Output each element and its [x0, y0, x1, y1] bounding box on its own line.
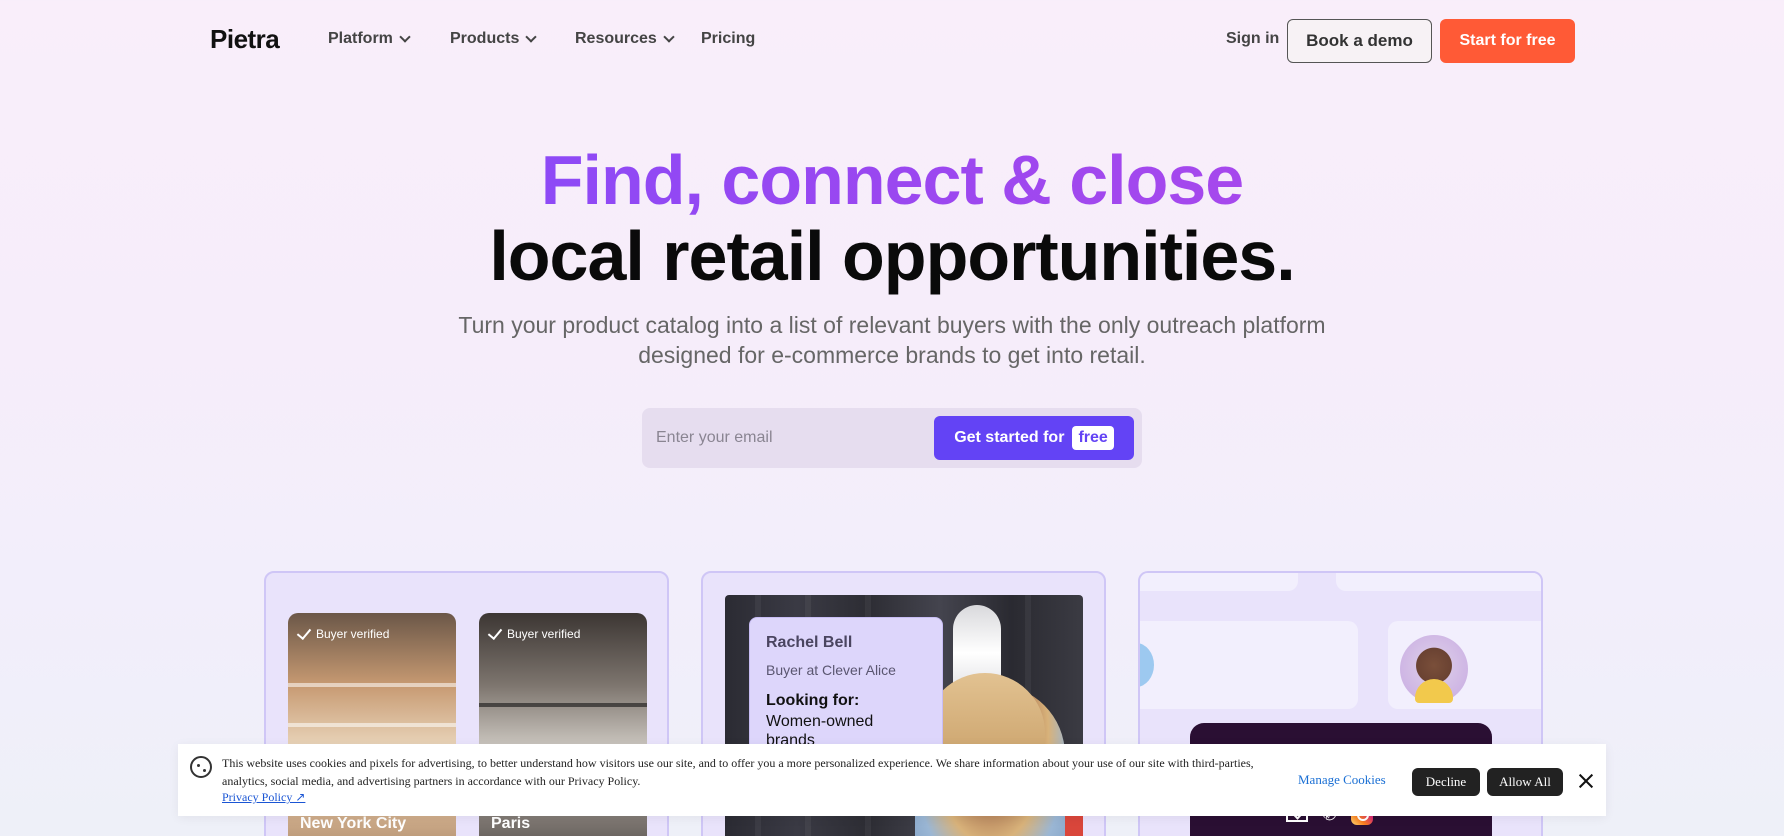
nav-products[interactable]: Products [450, 30, 538, 48]
manage-cookies-link[interactable]: Manage Cookies [1298, 772, 1386, 788]
chevron-down-icon [663, 31, 675, 43]
email-input[interactable] [656, 420, 916, 456]
hero-subtitle: Turn your product catalog into a list of… [458, 312, 1326, 368]
buyer-name: Rachel Bell [766, 634, 853, 651]
check-icon [296, 624, 312, 640]
looking-for-label: Looking for: [766, 692, 860, 709]
store-city-label: New York City [300, 815, 407, 832]
free-badge: free [1072, 426, 1114, 450]
hero-title-line1: Find, connect & close [0, 140, 1784, 220]
start-free-button[interactable]: Start for free [1440, 19, 1575, 63]
chevron-down-icon [399, 31, 411, 43]
nav-resources-label: Resources [575, 30, 657, 47]
nav-pricing[interactable]: Pricing [701, 30, 755, 48]
cookie-text: This website uses cookies and pixels for… [222, 756, 1254, 788]
tile [1140, 573, 1298, 591]
get-started-label: Get started for [954, 429, 1065, 446]
close-icon[interactable] [1574, 770, 1598, 794]
privacy-policy-link[interactable]: Privacy Policy ↗ [222, 790, 305, 805]
cookie-banner: This website uses cookies and pixels for… [178, 744, 1606, 816]
hero-title-line2: local retail opportunities. [489, 217, 1295, 295]
sign-in-link[interactable]: Sign in [1226, 30, 1279, 48]
book-demo-button[interactable]: Book a demo [1287, 19, 1432, 63]
email-signup-form: Get started for free [642, 408, 1142, 468]
buyer-verified-label: Buyer verified [507, 627, 581, 641]
top-nav: Pietra Platform Products Resources Prici… [0, 0, 1784, 80]
chevron-down-icon [525, 31, 538, 43]
buyer-verified-badge: Buyer verified [296, 624, 390, 641]
buyer-verified-badge: Buyer verified [487, 624, 581, 641]
nav-resources[interactable]: Resources [575, 30, 675, 48]
buyer-role: Buyer at Clever Alice [766, 662, 896, 678]
nav-pricing-label: Pricing [701, 30, 756, 47]
decline-button[interactable]: Decline [1412, 768, 1480, 796]
check-icon [487, 624, 503, 640]
nav-platform-label: Platform [328, 30, 393, 47]
buyer-verified-label: Buyer verified [316, 627, 390, 641]
tile [1140, 621, 1358, 709]
cookie-icon [190, 756, 212, 778]
nav-platform[interactable]: Platform [328, 30, 411, 48]
tile [1336, 573, 1541, 591]
store-city-label: Paris [491, 815, 531, 832]
get-started-button[interactable]: Get started for free [934, 416, 1134, 460]
logo[interactable]: Pietra [210, 24, 280, 55]
allow-all-button[interactable]: Allow All [1487, 768, 1563, 796]
nav-products-label: Products [450, 30, 520, 47]
